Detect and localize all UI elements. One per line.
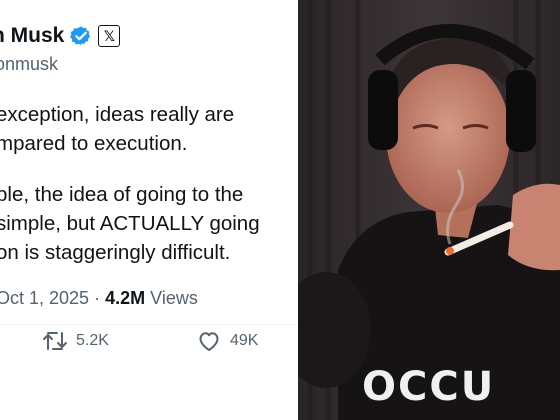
- shirt-text: OCCU: [362, 364, 495, 410]
- tweet-date[interactable]: Oct 1, 2025: [0, 288, 89, 308]
- tweet-text-paragraph-2: ple, the idea of going to the simple, bu…: [0, 180, 260, 267]
- meta-separator: ·: [94, 288, 101, 308]
- author-name[interactable]: n Musk: [0, 24, 64, 48]
- tweet-text-line: exception, ideas really are: [0, 103, 235, 126]
- retweet-count: 5.2K: [76, 332, 109, 349]
- heart-icon: [199, 332, 219, 351]
- author-handle[interactable]: onmusk: [0, 54, 58, 75]
- tweet-text-line: ple, the idea of going to the: [0, 183, 244, 206]
- retweet-icon: [43, 332, 67, 350]
- tweet-text-paragraph-1: exception, ideas really are mpared to ex…: [0, 100, 234, 158]
- photo-illustration: OCCU: [298, 0, 560, 420]
- divider: [0, 324, 298, 325]
- interview-photo: OCCU: [298, 0, 560, 420]
- verified-badge-icon: [70, 26, 91, 46]
- hand: [508, 183, 560, 271]
- author-row: n Musk 𝕏: [0, 24, 121, 48]
- x-logo-icon: 𝕏: [98, 25, 121, 47]
- retweet-button[interactable]: 5.2K: [42, 330, 109, 352]
- tweet-text-line: mpared to execution.: [0, 132, 188, 155]
- like-count: 49K: [230, 332, 259, 349]
- tweet-card: n Musk 𝕏 onmusk exception, ideas really …: [0, 0, 298, 420]
- tweet-text-line: on is staggeringly difficult.: [0, 241, 231, 264]
- views-label: Views: [150, 288, 198, 308]
- views-count: 4.2M: [105, 288, 146, 308]
- tweet-text-line: simple, but ACTUALLY going: [0, 212, 260, 235]
- like-button[interactable]: 49K: [196, 330, 258, 352]
- tweet-meta: Oct 1, 2025 · 4.2M Views: [0, 288, 198, 309]
